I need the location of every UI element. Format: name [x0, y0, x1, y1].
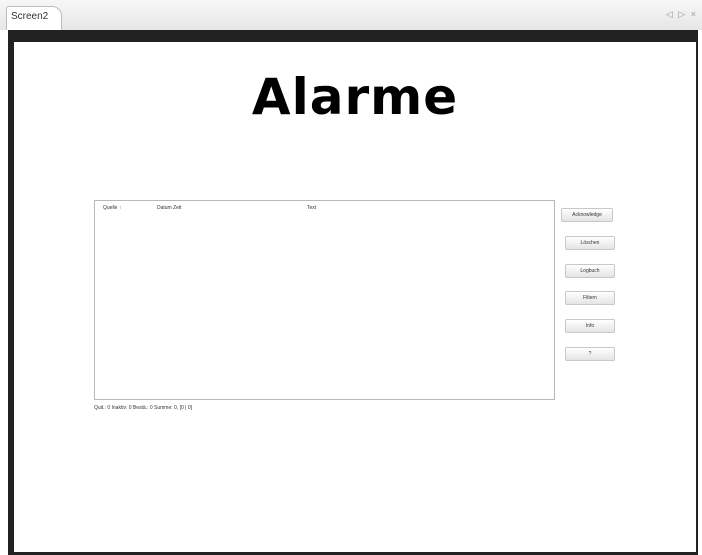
- column-header-datetime[interactable]: Datum Zeit: [157, 205, 181, 211]
- side-button-3[interactable]: Logbuch: [565, 264, 615, 278]
- tab-controls: ◁ ▷ ×: [663, 9, 696, 20]
- page-title: Alarme: [251, 68, 459, 126]
- side-button-6[interactable]: ?: [565, 347, 615, 361]
- alarm-status-line: Quit.: 0 Inaktiv: 0 Bestä.: 0 Summe: 0, …: [94, 405, 193, 411]
- scroll-left-icon[interactable]: ◁: [666, 9, 673, 19]
- alarm-view[interactable]: Quelle ↑ Datum Zeit Text: [94, 200, 555, 400]
- side-button-5[interactable]: Info: [565, 319, 615, 333]
- tab-strip: Screen2 ◁ ▷ ×: [0, 0, 702, 30]
- column-header-text[interactable]: Text: [307, 205, 316, 211]
- scroll-right-icon[interactable]: ▷: [678, 9, 685, 19]
- acknowledge-button[interactable]: Acknowledge: [561, 208, 613, 222]
- side-button-2[interactable]: Löschen: [565, 236, 615, 250]
- close-icon[interactable]: ×: [691, 9, 696, 19]
- screen-canvas: Alarme Quelle ↑ Datum Zeit Text Quit.: 0…: [14, 42, 696, 552]
- tab-label: Screen2: [11, 11, 49, 22]
- side-button-4[interactable]: Filtern: [565, 291, 615, 305]
- alarm-column-headers: Quelle ↑ Datum Zeit Text: [95, 203, 554, 215]
- tab-screen2[interactable]: Screen2: [6, 6, 62, 30]
- column-header-source[interactable]: Quelle ↑: [103, 205, 121, 211]
